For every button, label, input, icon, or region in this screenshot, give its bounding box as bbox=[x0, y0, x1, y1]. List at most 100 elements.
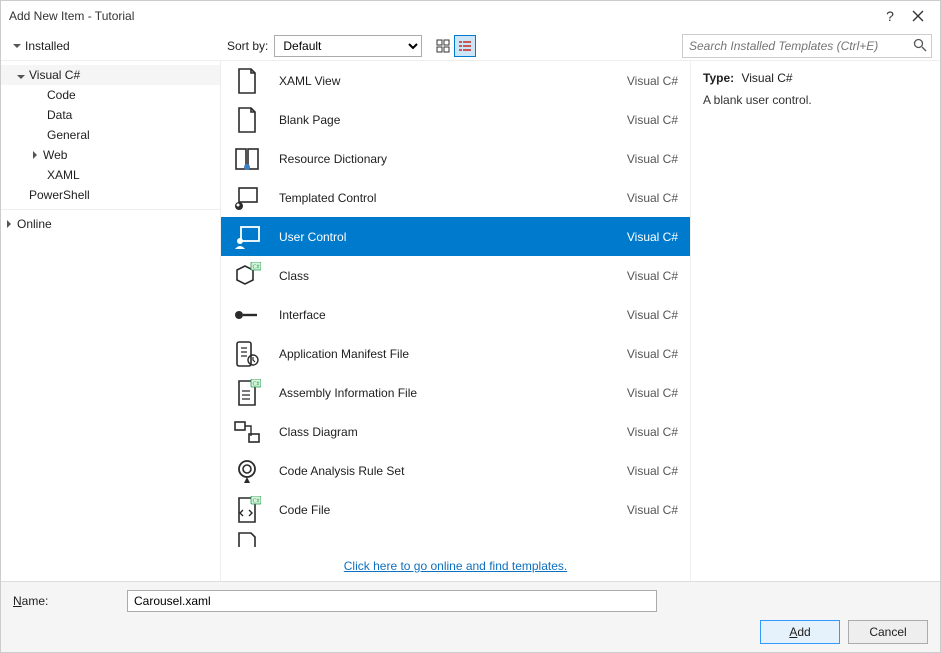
template-name: Class bbox=[279, 269, 627, 283]
class-icon: C# bbox=[231, 260, 263, 292]
cancel-button[interactable]: Cancel bbox=[848, 620, 928, 644]
page-icon bbox=[231, 104, 263, 136]
template-lang: Visual C# bbox=[627, 464, 678, 478]
title-bar: Add New Item - Tutorial ? bbox=[1, 1, 940, 31]
template-item[interactable]: C# ClassVisual C# bbox=[221, 256, 690, 295]
dialog-window: Add New Item - Tutorial ? Installed Sort… bbox=[0, 0, 941, 653]
tree-label: Code bbox=[47, 88, 76, 102]
html-icon bbox=[231, 529, 263, 547]
tree-item-powershell[interactable]: PowerShell bbox=[1, 185, 220, 205]
type-value: Visual C# bbox=[741, 71, 792, 85]
template-lang: Visual C# bbox=[627, 308, 678, 322]
template-name: Code Analysis Rule Set bbox=[279, 464, 627, 478]
view-list-button[interactable] bbox=[454, 35, 476, 57]
tree-label: XAML bbox=[47, 168, 80, 182]
template-lang: Visual C# bbox=[627, 425, 678, 439]
category-tree: Visual C# Code Data General Web XAML Pow… bbox=[1, 61, 221, 581]
template-name: User Control bbox=[279, 230, 627, 244]
template-name: XAML View bbox=[279, 74, 627, 88]
ruleset-icon bbox=[231, 455, 263, 487]
template-lang: Visual C# bbox=[627, 503, 678, 517]
interface-icon bbox=[231, 299, 263, 331]
control-icon bbox=[231, 182, 263, 214]
template-lang: Visual C# bbox=[627, 191, 678, 205]
template-name: Application Manifest File bbox=[279, 347, 627, 361]
template-item[interactable]: User ControlVisual C# bbox=[221, 217, 690, 256]
name-row: Name: bbox=[9, 590, 932, 612]
chevron-right-icon bbox=[33, 151, 37, 159]
svg-text:C#: C# bbox=[252, 498, 259, 504]
chevron-down-icon bbox=[17, 75, 25, 79]
tree-label: PowerShell bbox=[29, 188, 90, 202]
diagram-icon bbox=[231, 416, 263, 448]
svg-text:C#: C# bbox=[252, 264, 259, 270]
tree-item-web[interactable]: Web bbox=[1, 145, 220, 165]
template-item[interactable]: Blank PageVisual C# bbox=[221, 100, 690, 139]
usercontrol-icon bbox=[231, 221, 263, 253]
window-title: Add New Item - Tutorial bbox=[9, 9, 876, 23]
sidebar-header[interactable]: Installed bbox=[9, 36, 74, 56]
dictionary-icon bbox=[231, 143, 263, 175]
template-item[interactable]: InterfaceVisual C# bbox=[221, 295, 690, 334]
footer: Name: Add Cancel bbox=[1, 581, 940, 652]
template-item[interactable]: Resource DictionaryVisual C# bbox=[221, 139, 690, 178]
template-name: Class Diagram bbox=[279, 425, 627, 439]
template-lang: Visual C# bbox=[627, 269, 678, 283]
help-button[interactable]: ? bbox=[876, 2, 904, 30]
online-templates-link[interactable]: Click here to go online and find templat… bbox=[344, 559, 567, 573]
close-button[interactable] bbox=[904, 2, 932, 30]
tree-item-general[interactable]: General bbox=[1, 125, 220, 145]
search-icon[interactable] bbox=[912, 37, 928, 53]
svg-text:C#: C# bbox=[252, 381, 259, 387]
template-lang: Visual C# bbox=[627, 74, 678, 88]
view-grid-button[interactable] bbox=[432, 35, 454, 57]
tree-item-visual-csharp[interactable]: Visual C# bbox=[1, 65, 220, 85]
template-name: Interface bbox=[279, 308, 627, 322]
search-input[interactable] bbox=[682, 34, 932, 58]
toolbar: Installed Sort by: Default bbox=[1, 31, 940, 61]
template-lang: Visual C# bbox=[627, 152, 678, 166]
type-label: Type: bbox=[703, 71, 734, 85]
template-name: Blank Page bbox=[279, 113, 627, 127]
name-label: Name: bbox=[9, 594, 119, 608]
tree-label: Web bbox=[43, 148, 67, 162]
tree-label: General bbox=[47, 128, 90, 142]
online-templates-link-row: Click here to go online and find templat… bbox=[221, 553, 690, 581]
template-list: XAML ViewVisual C#Blank PageVisual C#Res… bbox=[221, 61, 690, 581]
template-item[interactable] bbox=[221, 529, 690, 547]
sortby-label: Sort by: bbox=[227, 39, 268, 53]
template-lang: Visual C# bbox=[627, 386, 678, 400]
page-icon bbox=[231, 65, 263, 97]
tree-label: Data bbox=[47, 108, 72, 122]
template-item[interactable]: C# Code FileVisual C# bbox=[221, 490, 690, 529]
template-description: A blank user control. bbox=[703, 93, 928, 107]
add-button[interactable]: Add bbox=[760, 620, 840, 644]
chevron-right-icon bbox=[7, 220, 11, 228]
template-name: Templated Control bbox=[279, 191, 627, 205]
tree-item-online[interactable]: Online bbox=[1, 209, 220, 233]
manifest-icon bbox=[231, 338, 263, 370]
template-name: Code File bbox=[279, 503, 627, 517]
template-item[interactable]: XAML ViewVisual C# bbox=[221, 61, 690, 100]
tree-item-code[interactable]: Code bbox=[1, 85, 220, 105]
sortby-dropdown[interactable]: Default bbox=[274, 35, 422, 57]
tree-item-xaml[interactable]: XAML bbox=[1, 165, 220, 185]
tree-label: Visual C# bbox=[29, 68, 80, 82]
tree-label: Online bbox=[17, 217, 52, 231]
template-lang: Visual C# bbox=[627, 347, 678, 361]
template-item[interactable]: C#Assembly Information FileVisual C# bbox=[221, 373, 690, 412]
tree-item-data[interactable]: Data bbox=[1, 105, 220, 125]
chevron-down-icon bbox=[13, 44, 21, 48]
grid-icon bbox=[436, 39, 450, 53]
name-input[interactable] bbox=[127, 590, 657, 612]
view-toggle bbox=[432, 35, 476, 57]
template-lang: Visual C# bbox=[627, 230, 678, 244]
assembly-icon: C# bbox=[231, 377, 263, 409]
template-item[interactable]: Code Analysis Rule SetVisual C# bbox=[221, 451, 690, 490]
details-panel: Type: Visual C# A blank user control. bbox=[690, 61, 940, 581]
template-item[interactable]: Templated ControlVisual C# bbox=[221, 178, 690, 217]
template-lang: Visual C# bbox=[627, 113, 678, 127]
template-item[interactable]: Application Manifest FileVisual C# bbox=[221, 334, 690, 373]
template-name: Resource Dictionary bbox=[279, 152, 627, 166]
template-item[interactable]: Class DiagramVisual C# bbox=[221, 412, 690, 451]
